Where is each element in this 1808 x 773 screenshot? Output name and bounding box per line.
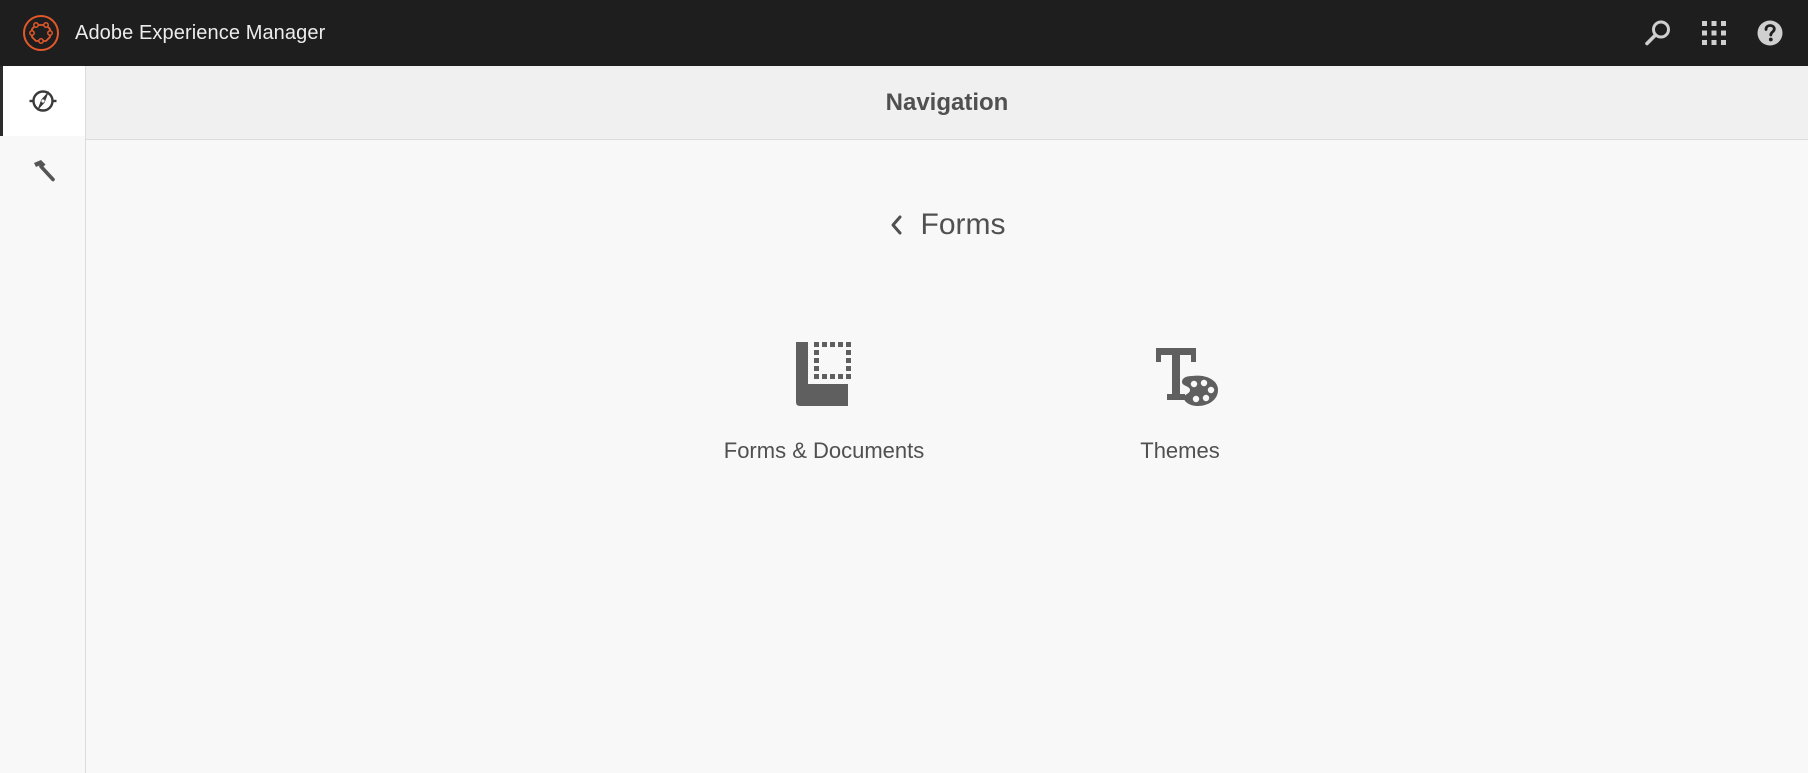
aem-logo-icon <box>23 15 59 51</box>
top-bar: Adobe Experience Manager <box>0 0 1808 66</box>
breadcrumb: Forms <box>86 203 1808 247</box>
back-button[interactable]: Forms <box>889 208 1006 242</box>
home-link[interactable]: Adobe Experience Manager <box>0 0 325 66</box>
main-content: Navigation Forms Forms & Documents Theme… <box>86 66 1808 773</box>
page-title: Navigation <box>885 88 1009 116</box>
breadcrumb-label: Forms <box>920 208 1006 241</box>
rail-tools-button[interactable] <box>0 136 85 206</box>
tile-forms-documents[interactable]: Forms & Documents <box>704 336 944 536</box>
forms-documents-icon <box>796 342 851 406</box>
tile-label-themes: Themes <box>1140 438 1220 463</box>
help-button[interactable] <box>1742 5 1798 61</box>
navigation-header: Navigation <box>86 66 1808 140</box>
search-icon <box>1645 20 1670 46</box>
app-title: Adobe Experience Manager <box>75 21 326 44</box>
solution-switcher-button[interactable] <box>1686 5 1742 61</box>
tile-themes[interactable]: Themes <box>1060 336 1300 536</box>
themes-palette-icon <box>1156 348 1218 406</box>
hammer-icon <box>33 160 55 182</box>
side-rail <box>0 66 86 773</box>
help-icon <box>1757 20 1783 46</box>
rail-navigation-button[interactable] <box>0 66 85 136</box>
search-button[interactable] <box>1630 5 1686 61</box>
tile-label-forms-documents: Forms & Documents <box>723 438 925 463</box>
compass-icon <box>29 90 56 112</box>
navigation-tiles: Forms & Documents Themes <box>86 336 1808 536</box>
apps-grid-icon <box>1702 21 1726 45</box>
chevron-left-icon <box>891 215 901 235</box>
